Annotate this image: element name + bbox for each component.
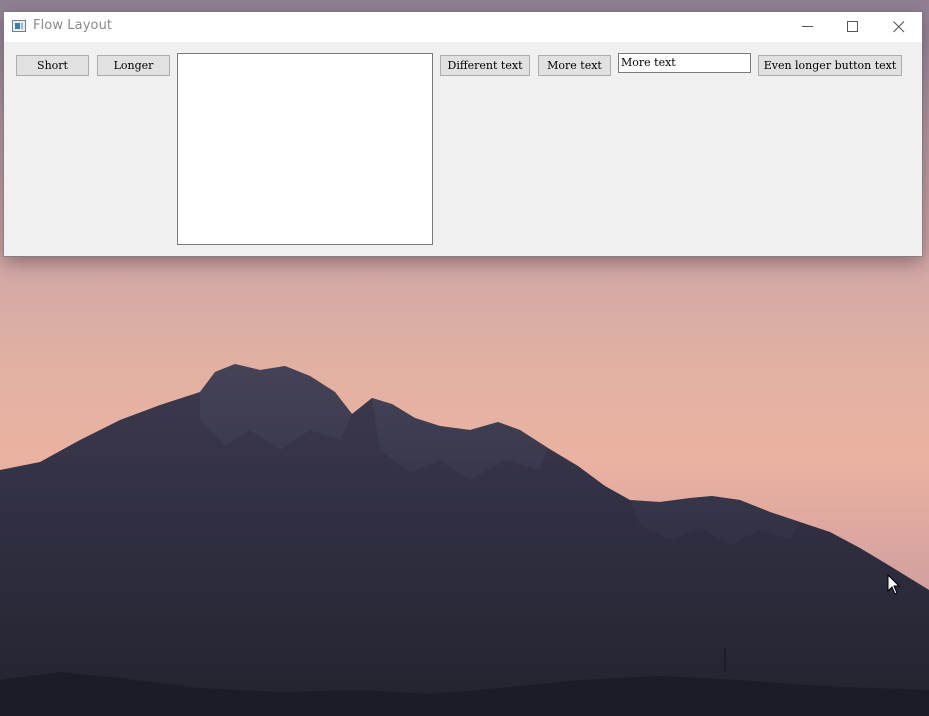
desktop: Flow Layout Short Longer Different text …: [0, 0, 929, 716]
minimize-icon: [802, 26, 813, 27]
more-text-button[interactable]: More text: [538, 55, 611, 76]
even-longer-button[interactable]: Even longer button text: [758, 55, 902, 76]
mountain-range: [0, 364, 929, 716]
window-title: Flow Layout: [33, 18, 113, 33]
flow-layout-window: Flow Layout Short Longer Different text …: [4, 12, 922, 256]
different-text-button[interactable]: Different text: [440, 55, 530, 76]
window-app-icon[interactable]: [12, 20, 26, 32]
close-icon: [893, 21, 905, 33]
antenna: [724, 648, 726, 672]
maximize-button[interactable]: [830, 12, 876, 42]
close-button[interactable]: [876, 12, 922, 42]
title-bar[interactable]: Flow Layout: [4, 12, 922, 42]
app-icon-pane-secondary: [21, 23, 23, 29]
line-edit[interactable]: More text: [618, 53, 751, 73]
minimize-button[interactable]: [785, 12, 831, 42]
app-icon-pane: [15, 23, 20, 29]
arrow-cursor-icon: [887, 574, 901, 595]
text-area[interactable]: [177, 53, 433, 245]
maximize-icon: [847, 21, 858, 32]
short-button[interactable]: Short: [16, 55, 89, 76]
longer-button[interactable]: Longer: [97, 55, 170, 76]
